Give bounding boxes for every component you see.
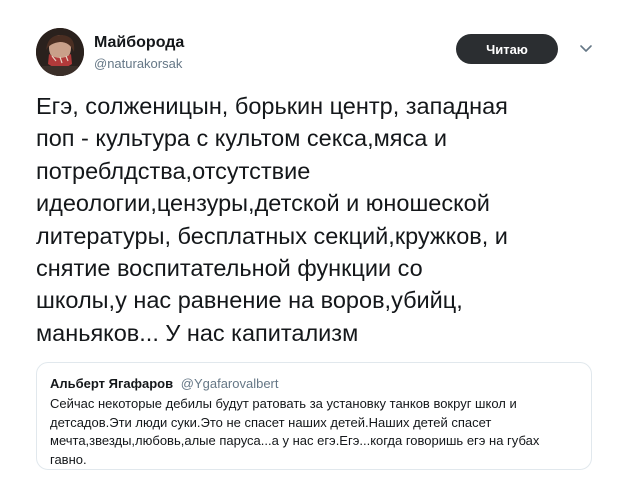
tweet-text: Егэ, солженицын, борькин центр, западная… bbox=[36, 90, 596, 349]
quoted-tweet-username: @Ygafarovalbert bbox=[180, 376, 279, 391]
tweet-text-line: Егэ, солженицын, борькин центр, западная bbox=[36, 93, 508, 119]
quoted-tweet-card[interactable]: Альберт Ягафаров @Ygafarovalbert Сейчас … bbox=[36, 362, 592, 470]
quoted-tweet-line: гавно. bbox=[50, 451, 87, 467]
tweet-text-line: школы,у нас равнение на воров,убийц, bbox=[36, 287, 463, 314]
tweet-text-line: литературы, бесплатных секций,кружков, и bbox=[36, 222, 508, 249]
quoted-tweet-display-name: Альберт Ягафаров bbox=[50, 376, 174, 391]
follow-button-label: Читаю bbox=[486, 41, 528, 57]
user-avatar[interactable] bbox=[36, 28, 84, 76]
author-username[interactable]: @naturakorsak bbox=[94, 55, 184, 73]
tweet-text-line: поп - культура с культом секса,мяса и bbox=[36, 125, 447, 152]
quoted-tweet-author: Альберт Ягафаров @Ygafarovalbert bbox=[50, 375, 279, 393]
author-display-name[interactable]: Майборода bbox=[94, 33, 184, 53]
chevron-down-icon[interactable] bbox=[578, 42, 594, 56]
tweet-text-line: потреблдства,отсутствие bbox=[36, 157, 311, 184]
quoted-tweet-line: Сейчас некоторые дебилы будут ратовать з… bbox=[50, 396, 517, 411]
tweet-text-line: маньяков... У нас капитализм bbox=[36, 319, 359, 346]
author-block: Майборода @naturakorsak bbox=[94, 33, 184, 73]
tweet: Майборода @naturakorsak Читаю Егэ, солже… bbox=[0, 0, 620, 484]
quoted-tweet-line: детсадов.Эти люди суки.Это не спасет наш… bbox=[50, 414, 492, 430]
quoted-tweet-text: Сейчас некоторые дебилы будут ратовать з… bbox=[50, 395, 580, 469]
follow-button[interactable]: Читаю bbox=[456, 34, 558, 64]
tweet-text-line: снятие воспитательной функции со bbox=[36, 255, 423, 282]
quoted-tweet-line: мечта,звезды,любовь,алые паруса...а у на… bbox=[50, 433, 540, 448]
tweet-text-line: идеологии,цензуры,детской и юношеской bbox=[36, 190, 490, 217]
